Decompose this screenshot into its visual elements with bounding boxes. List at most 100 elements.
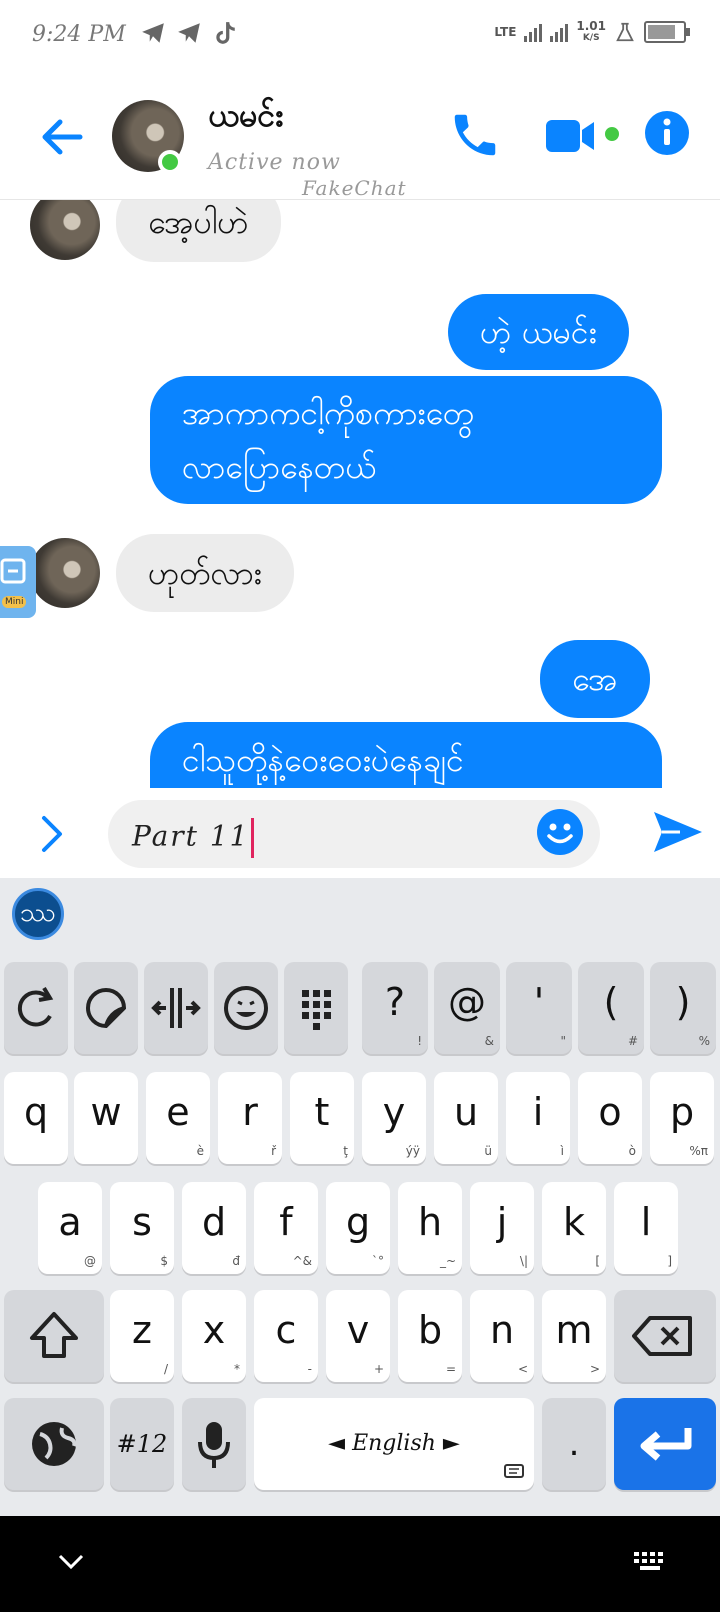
key-e[interactable]: eè — [146, 1072, 210, 1164]
key-q[interactable]: q — [4, 1072, 68, 1164]
contact-name[interactable]: ယမင်း — [208, 94, 283, 142]
key-sublabel: ì — [560, 1144, 564, 1158]
net-speed-value: 1.01 — [576, 19, 606, 33]
voice-key[interactable] — [182, 1398, 246, 1490]
message-input[interactable]: Part 11 — [108, 800, 600, 868]
message-bubble-incoming[interactable]: အေ့ပါဟဲ — [116, 200, 281, 262]
notification-icons — [140, 20, 238, 46]
key-c[interactable]: c- — [254, 1290, 318, 1382]
hide-keyboard-chevron-icon[interactable] — [56, 1552, 86, 1572]
key-open-paren[interactable]: (# — [578, 962, 644, 1054]
key-d[interactable]: dđ — [182, 1182, 246, 1274]
key-sublabel: % — [698, 1034, 710, 1048]
smiley-icon[interactable] — [536, 808, 584, 856]
key-t[interactable]: tţ — [290, 1072, 354, 1164]
key-label: c — [275, 1308, 297, 1352]
screen-record-icon — [0, 558, 26, 584]
message-text: ငါသူတို့နဲ့ဝေးဝေးပဲနေချင် — [182, 741, 464, 779]
video-call-icon[interactable] — [544, 116, 600, 156]
keyboard-logo-icon[interactable]: ဿ — [12, 888, 64, 940]
period-key[interactable]: . — [542, 1398, 606, 1490]
sender-avatar — [30, 538, 100, 608]
key-w[interactable]: w — [74, 1072, 138, 1164]
key-h[interactable]: h _~ — [398, 1182, 462, 1274]
chevron-right-icon[interactable] — [32, 812, 72, 856]
message-bubble-outgoing[interactable]: ဟဲ့ ယမင်း — [448, 294, 629, 370]
emoji-key[interactable] — [214, 962, 278, 1054]
message-bubble-outgoing[interactable]: ငါသူတို့နဲ့ဝေးဝေးပဲနေချင် — [150, 722, 662, 788]
key-x[interactable]: x * — [182, 1290, 246, 1382]
key-label: ' — [533, 980, 545, 1024]
cursor-move-key[interactable] — [144, 962, 208, 1054]
key-label: ) — [675, 980, 691, 1024]
numbers-key[interactable]: #12 — [110, 1398, 174, 1490]
back-arrow-icon[interactable] — [36, 112, 86, 162]
cursor-move-icon — [151, 988, 201, 1028]
phone-call-icon[interactable] — [448, 108, 502, 162]
key-a[interactable]: a @ — [38, 1182, 102, 1274]
key-r[interactable]: rř — [218, 1072, 282, 1164]
key-n[interactable]: n < — [470, 1290, 534, 1382]
key-label: z — [132, 1308, 152, 1352]
lab-flask-icon — [616, 22, 634, 42]
keyboard-switch-icon[interactable] — [632, 1550, 668, 1574]
key-label: n — [489, 1308, 515, 1352]
key-label: x — [202, 1308, 226, 1352]
net-speed: 1.01 K/S — [576, 20, 606, 44]
lte-label: LTE — [494, 25, 517, 39]
key-apostrophe[interactable]: ' " — [506, 962, 572, 1054]
key-label: e — [166, 1090, 190, 1134]
key-u[interactable]: uü — [434, 1072, 498, 1164]
typed-text: Part 11 — [132, 819, 250, 853]
key-o[interactable]: oò — [578, 1072, 642, 1164]
enter-key[interactable] — [614, 1398, 716, 1490]
app-watermark: FakeChat — [302, 176, 407, 200]
key-z[interactable]: z / — [110, 1290, 174, 1382]
key-f[interactable]: f ^& — [254, 1182, 318, 1274]
refresh-key[interactable] — [4, 962, 68, 1054]
key-j[interactable]: j \| — [470, 1182, 534, 1274]
floating-screen-tool[interactable]: Mini — [0, 546, 36, 618]
message-composer: Part 11 — [0, 788, 720, 878]
key-sublabel: + — [373, 1362, 384, 1376]
key-m[interactable]: m > — [542, 1290, 606, 1382]
key-y[interactable]: y ýÿ — [362, 1072, 426, 1164]
message-list[interactable]: အေ့ပါဟဲ ဟဲ့ ယမင်း အာကာကငါ့ကိုစကားတွေ လာပ… — [0, 200, 720, 788]
key-s[interactable]: s $ — [110, 1182, 174, 1274]
message-bubble-outgoing[interactable]: အာကာကငါ့ကိုစကားတွေ လာပြောနေတယ် — [150, 376, 662, 504]
key-label: j — [496, 1200, 508, 1244]
key-label: t — [314, 1090, 330, 1134]
message-bubble-outgoing[interactable]: အေ — [540, 640, 650, 718]
key-at[interactable]: @ & — [434, 962, 500, 1054]
key-p[interactable]: p %π — [650, 1072, 714, 1164]
key-b[interactable]: b = — [398, 1290, 462, 1382]
key-i[interactable]: iì — [506, 1072, 570, 1164]
key-g[interactable]: g `° — [326, 1182, 390, 1274]
send-icon[interactable] — [652, 808, 704, 856]
message-input-text: Part 11 — [132, 818, 255, 858]
chat-header: ယမင်း Active now FakeChat — [0, 72, 720, 200]
key-k[interactable]: k[ — [542, 1182, 606, 1274]
sticker-key[interactable] — [74, 962, 138, 1054]
battery-icon — [644, 21, 690, 43]
message-bubble-incoming[interactable]: ဟုတ်လား — [116, 534, 294, 612]
telegram-icon — [178, 23, 200, 43]
info-icon[interactable] — [644, 110, 690, 156]
enter-icon — [640, 1428, 692, 1461]
microphone-icon — [198, 1422, 230, 1468]
key-label: k — [562, 1200, 585, 1244]
status-right: LTE 1.01 K/S — [494, 20, 690, 44]
key-l[interactable]: l] — [614, 1182, 678, 1274]
key-label: ( — [603, 980, 619, 1024]
key-question[interactable]: ?! — [362, 962, 428, 1054]
space-bar[interactable]: ◄ English ► — [254, 1398, 534, 1490]
key-close-paren[interactable]: )% — [650, 962, 716, 1054]
key-v[interactable]: v + — [326, 1290, 390, 1382]
language-key[interactable] — [4, 1398, 104, 1490]
key-sublabel: - — [307, 1362, 312, 1376]
key-sublabel: # — [627, 1034, 638, 1048]
emoji-icon — [224, 986, 268, 1030]
numpad-key[interactable] — [284, 962, 348, 1054]
backspace-key[interactable] — [614, 1290, 716, 1382]
shift-key[interactable] — [4, 1290, 104, 1382]
